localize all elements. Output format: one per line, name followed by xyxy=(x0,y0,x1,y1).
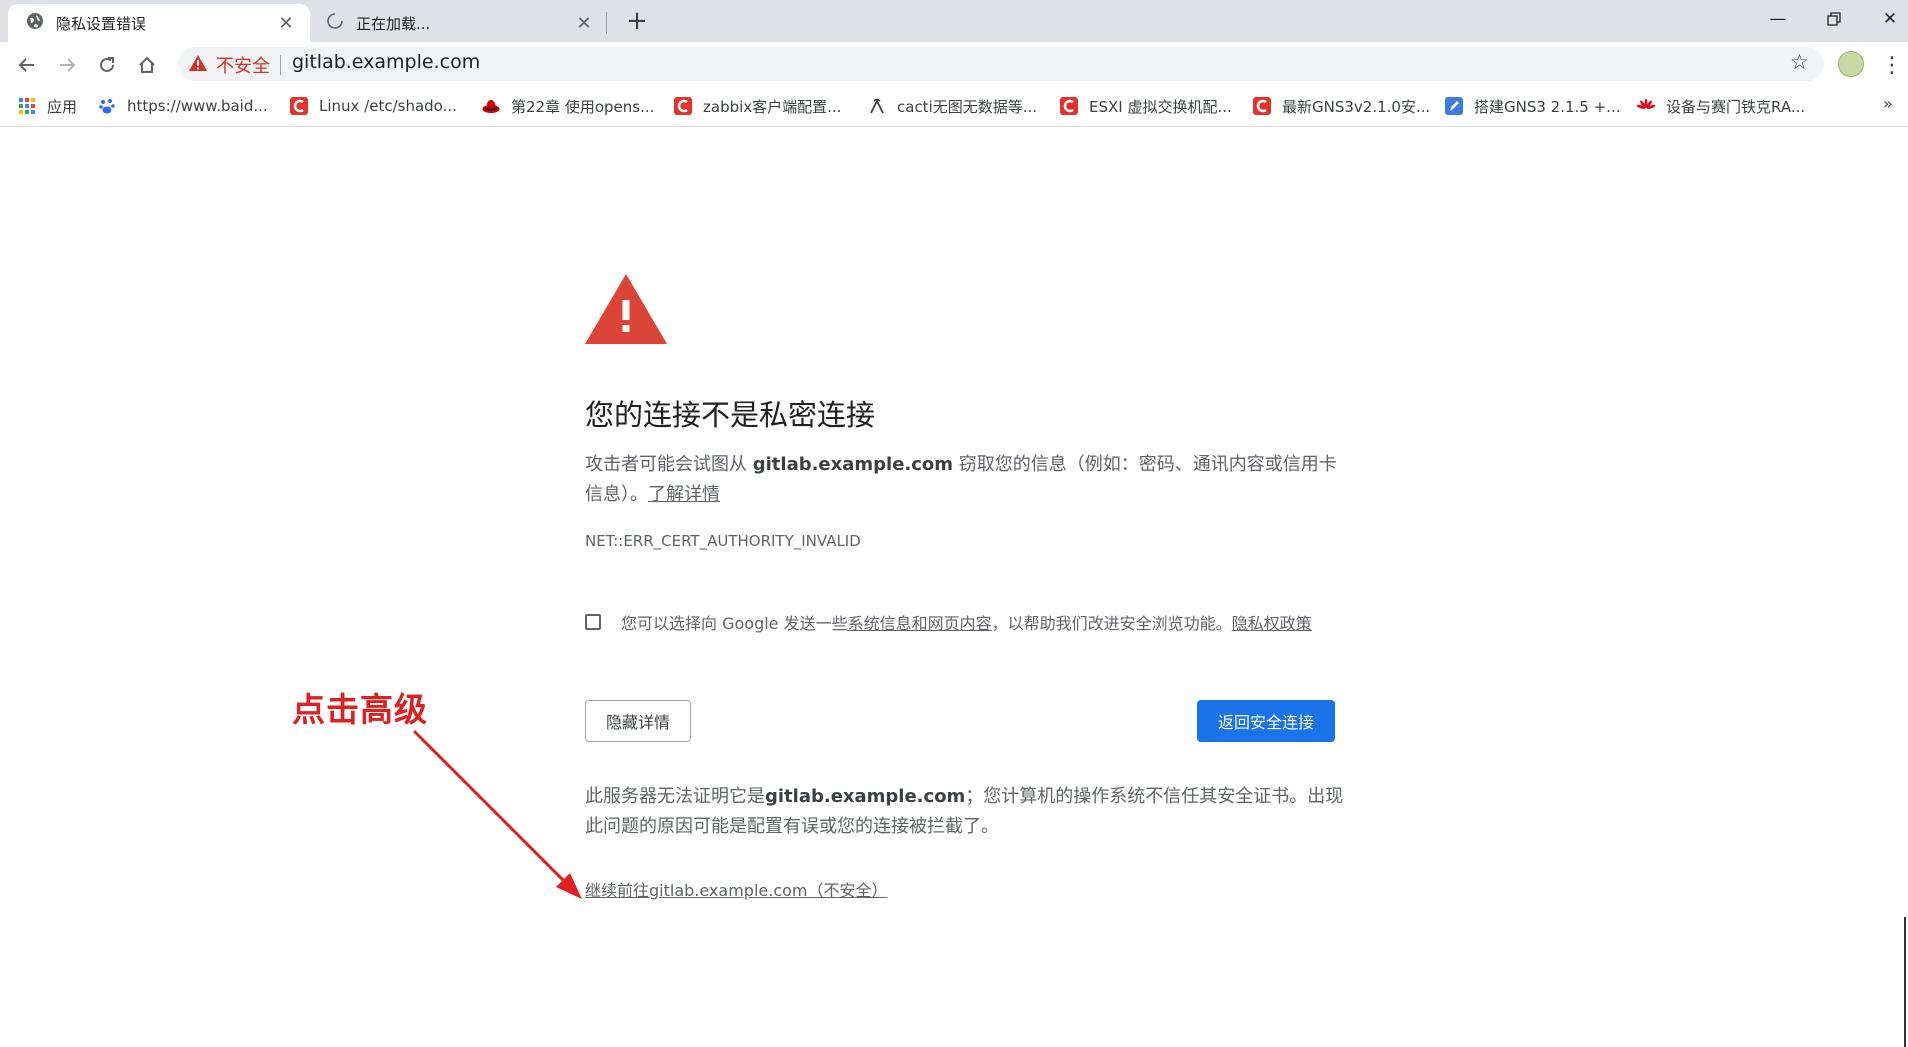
bookmark-label: https://www.baid... xyxy=(127,97,268,115)
bookmark-gns3-build[interactable]: 搭建GNS3 2.1.5 +... xyxy=(1445,94,1621,118)
tab-loading[interactable]: 正在加载... ✕ xyxy=(318,4,608,42)
tab-title: 隐私设置错误 xyxy=(56,14,147,33)
bookmark-esxi[interactable]: ESXI 虚拟交换机配... xyxy=(1060,94,1232,118)
tab-strip: 隐私设置错误 ✕ 正在加载... ✕ + — ✕ xyxy=(0,0,1908,42)
bookmarks-overflow-chevron-icon[interactable]: » xyxy=(1883,94,1893,113)
c-logo-icon xyxy=(1253,97,1271,115)
optin-checkbox[interactable] xyxy=(585,614,601,630)
apps-grid-icon xyxy=(18,97,36,115)
home-icon[interactable] xyxy=(132,50,162,80)
page-title: 您的连接不是私密连接 xyxy=(585,398,876,432)
bookmark-star-icon[interactable]: ☆ xyxy=(1790,50,1809,74)
restore-icon[interactable] xyxy=(1814,4,1854,34)
tab-title: 正在加载... xyxy=(356,14,431,33)
bookmark-label: zabbix客户端配置... xyxy=(703,97,842,116)
bookmark-label: 最新GNS3v2.1.0安... xyxy=(1282,97,1431,116)
hide-details-button[interactable]: 隐藏详情 xyxy=(585,700,691,742)
browser-toolbar: 不安全 gitlab.example.com ☆ ⋮ xyxy=(0,42,1908,86)
detail-host: gitlab.example.com xyxy=(765,786,966,807)
profile-avatar[interactable] xyxy=(1838,51,1864,77)
detail-text: 此服务器无法证明它是 xyxy=(585,786,765,807)
bookmark-chapter22[interactable]: 第22章 使用opens... xyxy=(482,94,654,118)
optin-text: 您可以选择向 Google 发送一些 xyxy=(621,614,848,633)
bookmark-label: ESXI 虚拟交换机配... xyxy=(1089,97,1232,116)
tab-privacy-error[interactable]: 隐私设置错误 ✕ xyxy=(8,4,310,42)
system-info-link[interactable]: 系统信息和网页内容 xyxy=(848,610,992,634)
bookmark-cacti[interactable]: cacti无图无数据等... xyxy=(868,94,1037,118)
window-close-icon[interactable]: ✕ xyxy=(1870,4,1908,34)
bookmark-label: cacti无图无数据等... xyxy=(897,97,1038,116)
annotation-label: 点击高级 xyxy=(292,690,428,729)
minimize-icon[interactable]: — xyxy=(1758,4,1798,34)
bookmark-label: Linux /etc/shado... xyxy=(319,97,457,115)
reload-icon[interactable] xyxy=(92,50,122,80)
bookmark-gns3-install[interactable]: 最新GNS3v2.1.0安... xyxy=(1253,94,1430,118)
bookmark-baidu[interactable]: https://www.baid... xyxy=(98,94,268,118)
error-code: NET::ERR_CERT_AUTHORITY_INVALID xyxy=(585,532,861,550)
tab-divider xyxy=(606,12,607,34)
not-secure-label[interactable]: 不安全 xyxy=(216,52,270,78)
redhat-icon xyxy=(482,97,500,115)
new-tab-plus-icon[interactable]: + xyxy=(622,6,652,36)
url-text[interactable]: gitlab.example.com xyxy=(292,51,480,73)
bookmark-label: 搭建GNS3 2.1.5 +... xyxy=(1474,97,1621,116)
large-warning-triangle-icon xyxy=(584,272,668,350)
huawei-icon xyxy=(1637,97,1655,115)
bookmarks-bar: 应用 https://www.baid... Linux /etc/shado.… xyxy=(0,86,1908,127)
desc-text: 攻击者可能会试图从 xyxy=(585,454,753,475)
privacy-error-page: 您的连接不是私密连接 攻击者可能会试图从 gitlab.example.com … xyxy=(0,127,1908,1047)
privacy-policy-link[interactable]: 隐私权政策 xyxy=(1232,610,1312,634)
bookmark-zabbix[interactable]: zabbix客户端配置... xyxy=(674,94,841,118)
c-logo-icon xyxy=(1060,97,1078,115)
bookmark-linux-shadow[interactable]: Linux /etc/shado... xyxy=(290,94,457,118)
c-logo-icon xyxy=(674,97,692,115)
loading-spinner-icon xyxy=(326,12,344,34)
tool-icon xyxy=(868,97,886,115)
pen-icon xyxy=(1445,97,1463,115)
optin-text: ，以帮助我们改进安全浏览功能。 xyxy=(991,614,1232,633)
error-description: 攻击者可能会试图从 gitlab.example.com 窃取您的信息（例如：密… xyxy=(585,450,1345,510)
warning-triangle-icon xyxy=(188,53,208,77)
details-text: 此服务器无法证明它是gitlab.example.com；您计算机的操作系统不信… xyxy=(585,782,1345,842)
bookmark-huawei[interactable]: 设备与赛门铁克RA... xyxy=(1637,94,1805,118)
bookmark-label: 应用 xyxy=(47,97,78,116)
baidu-paw-icon xyxy=(98,97,116,115)
bookmark-apps[interactable]: 应用 xyxy=(18,94,77,118)
tab-close-icon[interactable]: ✕ xyxy=(276,13,296,34)
forward-arrow-icon[interactable] xyxy=(52,50,82,80)
bookmark-label: 第22章 使用opens... xyxy=(511,97,655,116)
screen-edge-line xyxy=(1904,917,1906,1047)
address-bar[interactable]: 不安全 gitlab.example.com ☆ xyxy=(178,47,1824,81)
proceed-unsafe-link[interactable]: 继续前往gitlab.example.com（不安全） xyxy=(585,877,888,901)
kebab-menu-icon[interactable]: ⋮ xyxy=(1880,50,1904,80)
desc-host: gitlab.example.com xyxy=(752,454,954,475)
annotation-arrow-icon xyxy=(412,729,582,899)
omnibox-divider xyxy=(280,55,281,75)
c-logo-icon xyxy=(290,97,308,115)
safe-browsing-optin: 您可以选择向 Google 发送一些 系统信息和网页内容 ，以帮助我们改进安全浏览功… xyxy=(585,610,1312,634)
learn-more-link[interactable]: 了解详情 xyxy=(648,484,720,505)
back-to-safety-button[interactable]: 返回安全连接 xyxy=(1197,700,1335,742)
tab-close-icon[interactable]: ✕ xyxy=(574,13,594,34)
bookmark-label: 设备与赛门铁克RA... xyxy=(1666,97,1806,116)
globe-icon xyxy=(26,12,44,34)
back-arrow-icon[interactable] xyxy=(12,50,42,80)
